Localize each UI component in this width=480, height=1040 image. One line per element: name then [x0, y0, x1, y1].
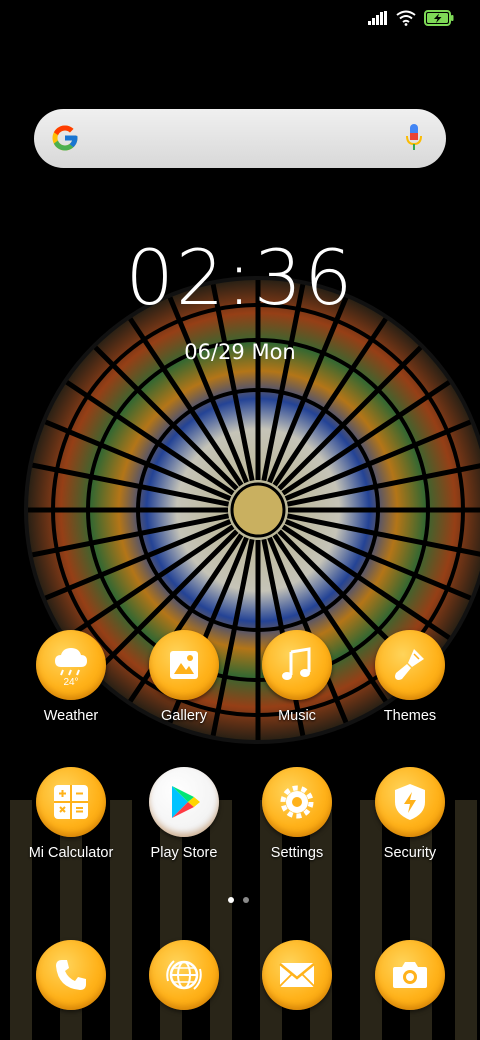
app-music[interactable]: Music: [241, 630, 353, 724]
battery-charging-icon: [424, 10, 454, 31]
app-label: Mi Calculator: [28, 845, 114, 861]
app-label: Play Store: [150, 845, 218, 861]
security-shield-icon: [375, 767, 445, 837]
page-dot: [243, 897, 249, 903]
settings-gear-icon: [262, 767, 332, 837]
signal-icon: [368, 11, 388, 30]
page-dot-active: [228, 897, 234, 903]
app-gallery[interactable]: Gallery: [128, 630, 240, 724]
status-bar: [368, 10, 454, 31]
dock-phone[interactable]: [15, 940, 127, 1010]
app-security[interactable]: Security: [354, 767, 466, 861]
google-logo-icon: [50, 123, 80, 158]
app-label: Music: [278, 708, 316, 724]
app-play-store[interactable]: Play Store: [128, 767, 240, 861]
messages-icon: [262, 940, 332, 1010]
google-search-bar[interactable]: [34, 109, 446, 168]
play-store-icon: [149, 767, 219, 837]
dock-camera[interactable]: [354, 940, 466, 1010]
themes-brush-icon: [375, 630, 445, 700]
weather-temp: 24°: [63, 677, 78, 687]
app-label: Gallery: [161, 708, 207, 724]
wifi-icon: [396, 10, 416, 31]
clock-date[interactable]: 06/29 Mon: [0, 340, 480, 364]
weather-icon: 24°: [36, 630, 106, 700]
app-label: Themes: [383, 708, 437, 724]
app-mi-calculator[interactable]: Mi Calculator: [15, 767, 127, 861]
music-icon: [262, 630, 332, 700]
camera-icon: [375, 940, 445, 1010]
app-settings[interactable]: Settings: [241, 767, 353, 861]
calculator-icon: [36, 767, 106, 837]
mic-icon[interactable]: [406, 124, 422, 157]
app-label: Weather: [43, 708, 99, 724]
app-label: Security: [383, 845, 437, 861]
dock-messages[interactable]: [241, 940, 353, 1010]
app-themes[interactable]: Themes: [354, 630, 466, 724]
gallery-icon: [149, 630, 219, 700]
app-weather[interactable]: 24° Weather: [15, 630, 127, 724]
page-indicator: [228, 897, 249, 903]
dock-browser[interactable]: [128, 940, 240, 1010]
phone-icon: [36, 940, 106, 1010]
browser-globe-icon: [149, 940, 219, 1010]
clock-time[interactable]: 02:36: [0, 240, 480, 316]
app-label: Settings: [270, 845, 324, 861]
